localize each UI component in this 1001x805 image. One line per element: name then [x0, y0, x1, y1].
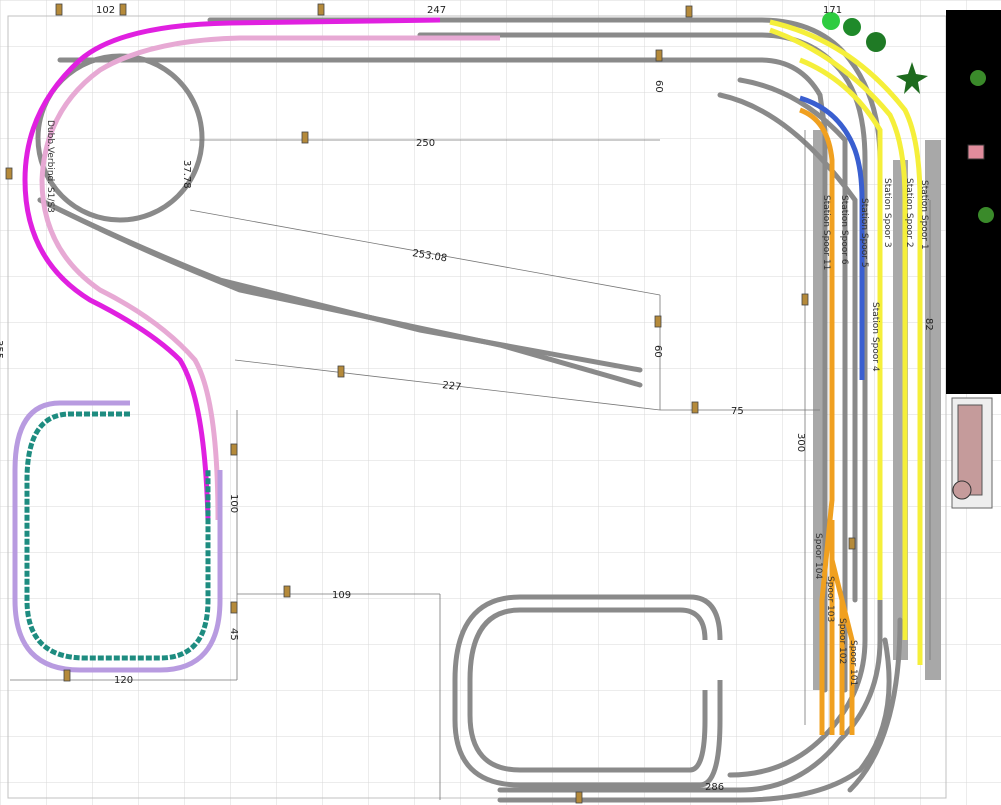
label-station-1: Station Spoor 1 — [919, 180, 929, 250]
dim-109: 109 — [332, 590, 351, 601]
label-spoor-101: Spoor 101 — [848, 640, 858, 686]
label-station-3: Station Spoor 3 — [882, 178, 892, 248]
dim-250: 250 — [416, 138, 435, 149]
label-pink-track: Dubb.Verbind. S1/S3 — [45, 120, 55, 213]
dim-100: 100 — [228, 494, 239, 513]
dim-60-vertical: 60 — [652, 345, 663, 358]
label-station-5: Station Spoor 5 — [859, 198, 869, 268]
dim-45: 45 — [228, 628, 239, 641]
label-station-4: Station Spoor 4 — [870, 302, 880, 372]
dim-left-height: 355 — [0, 340, 4, 359]
label-spoor-102: Spoor 102 — [837, 618, 847, 664]
label-station-11: Station Spoor 11 — [821, 195, 831, 270]
dim-top-left: 102 — [96, 5, 115, 16]
dim-top-mid: 247 — [427, 5, 446, 16]
dim-top-right: 171 — [823, 5, 842, 16]
label-station-2: Station Spoor 2 — [904, 178, 914, 248]
label-station-6: Station Spoor 6 — [839, 195, 849, 265]
dim-75: 75 — [731, 406, 744, 417]
label-spoor-104: Spoor 104 — [813, 533, 823, 579]
dim-inner-60: 60 — [653, 80, 664, 93]
dim-286: 286 — [705, 782, 724, 793]
dim-37: 37.78 — [181, 160, 192, 189]
track-plan-canvas: 102 247 171 355 60 250 253.08 37.78 60 2… — [0, 0, 1001, 805]
building-icon — [967, 144, 985, 160]
dim-120: 120 — [114, 675, 133, 686]
dim-82: 82 — [923, 318, 934, 331]
dim-227: 227 — [442, 380, 462, 393]
turntable-icon — [951, 397, 993, 509]
label-spoor-103: Spoor 103 — [825, 576, 835, 622]
backdrop-block — [946, 10, 1001, 394]
dim-300: 300 — [795, 433, 806, 452]
